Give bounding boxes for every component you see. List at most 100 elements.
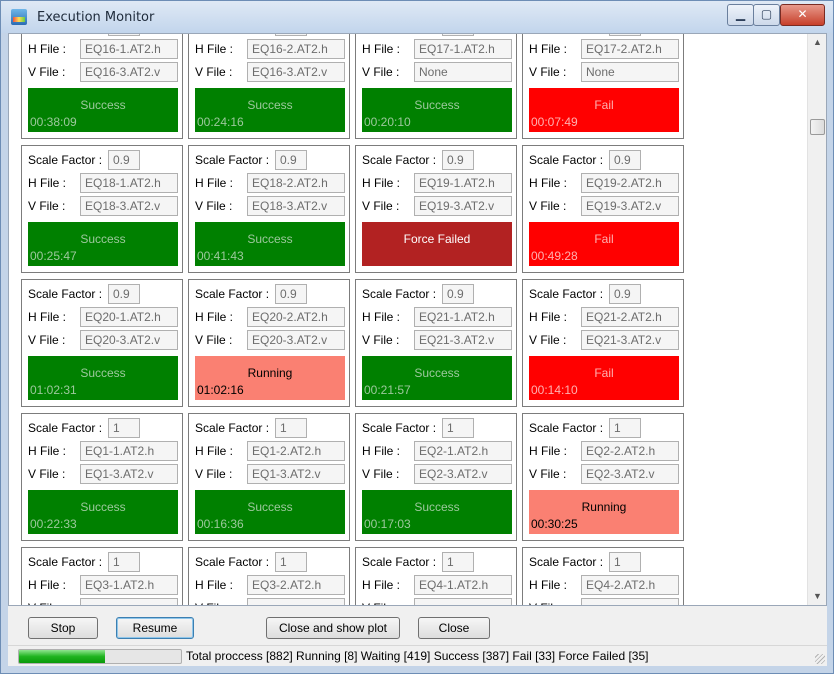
maximize-button[interactable]: ▢ xyxy=(753,4,780,26)
v-file-field[interactable]: None xyxy=(581,62,679,82)
v-file-field[interactable]: EQ21-3.AT2.v xyxy=(581,330,679,350)
scale-factor-field[interactable]: 0.9 xyxy=(442,150,474,170)
client-area: Scale Factor : H File : EQ16-1.AT2.h V File… xyxy=(8,33,827,666)
execution-panel: Scale Factor : 0.9 H File : EQ21-1.AT2.h V F… xyxy=(355,279,517,407)
v-file-row: V File : EQ20-3.AT2.v xyxy=(195,330,345,350)
scale-factor-label: Scale Factor : xyxy=(362,287,437,301)
execution-panel: Scale Factor : 1 H File : EQ1-1.AT2.h V File… xyxy=(21,413,183,541)
scale-factor-row: Scale Factor : xyxy=(195,34,345,36)
h-file-field[interactable]: EQ1-1.AT2.h xyxy=(80,441,178,461)
scale-factor-field[interactable]: 0.9 xyxy=(275,150,307,170)
v-file-field[interactable]: EQ18-3.AT2.v xyxy=(247,196,345,216)
scroll-thumb[interactable] xyxy=(810,119,825,135)
v-file-row: V File : xyxy=(529,598,679,605)
h-file-field[interactable]: EQ4-2.AT2.h xyxy=(581,575,679,595)
h-file-row: H File : EQ2-1.AT2.h xyxy=(362,441,512,461)
v-file-field[interactable]: EQ2-3.AT2.v xyxy=(414,464,512,484)
h-file-row: H File : EQ4-1.AT2.h xyxy=(362,575,512,595)
v-file-row: V File : xyxy=(195,598,345,605)
scale-factor-field[interactable] xyxy=(442,34,474,36)
h-file-field[interactable]: EQ19-2.AT2.h xyxy=(581,173,679,193)
v-file-field[interactable] xyxy=(80,598,178,605)
status-block: Success 00:24:16 xyxy=(195,88,345,132)
resize-grip-icon[interactable] xyxy=(815,654,825,664)
minimize-button[interactable]: ▁ xyxy=(727,4,754,26)
v-file-label: V File : xyxy=(28,199,66,213)
scroll-down-arrow-icon[interactable]: ▼ xyxy=(808,588,826,605)
resume-button[interactable]: Resume xyxy=(116,617,194,639)
scale-factor-field[interactable]: 0.9 xyxy=(609,284,641,304)
scale-factor-label: Scale Factor : xyxy=(529,153,604,167)
elapsed-time: 00:41:43 xyxy=(197,249,244,263)
scale-factor-field[interactable]: 0.9 xyxy=(442,284,474,304)
h-file-field[interactable]: EQ4-1.AT2.h xyxy=(414,575,512,595)
scale-factor-field[interactable]: 1 xyxy=(442,418,474,438)
v-file-field[interactable]: EQ21-3.AT2.v xyxy=(414,330,512,350)
v-file-field[interactable]: EQ18-3.AT2.v xyxy=(80,196,178,216)
v-file-field[interactable]: EQ1-3.AT2.v xyxy=(80,464,178,484)
v-file-field[interactable]: EQ20-3.AT2.v xyxy=(80,330,178,350)
v-file-label: V File : xyxy=(195,601,232,605)
v-file-field[interactable] xyxy=(581,598,679,605)
v-file-field[interactable] xyxy=(414,598,512,605)
h-file-field[interactable]: EQ20-2.AT2.h xyxy=(247,307,345,327)
v-file-field[interactable]: EQ19-3.AT2.v xyxy=(581,196,679,216)
h-file-field[interactable]: EQ2-1.AT2.h xyxy=(414,441,512,461)
scale-factor-field[interactable]: 1 xyxy=(442,552,474,572)
h-file-field[interactable]: EQ21-1.AT2.h xyxy=(414,307,512,327)
h-file-field[interactable]: EQ17-1.AT2.h xyxy=(414,39,512,59)
scale-factor-field[interactable]: 1 xyxy=(609,552,641,572)
title-bar[interactable]: Execution Monitor ▁ ▢ ✕ xyxy=(1,1,833,33)
vertical-scrollbar[interactable]: ▲ ▼ xyxy=(807,34,826,605)
v-file-field[interactable] xyxy=(247,598,345,605)
v-file-label: V File : xyxy=(195,467,233,481)
v-file-field[interactable]: EQ16-3.AT2.v xyxy=(80,62,178,82)
execution-panel: Scale Factor : H File : EQ16-2.AT2.h V File… xyxy=(188,34,350,139)
close-window-button[interactable]: ✕ xyxy=(780,4,825,26)
scale-factor-field[interactable]: 0.9 xyxy=(609,150,641,170)
scale-factor-field[interactable]: 1 xyxy=(275,552,307,572)
h-file-field[interactable]: EQ18-2.AT2.h xyxy=(247,173,345,193)
h-file-field[interactable]: EQ18-1.AT2.h xyxy=(80,173,178,193)
v-file-field[interactable]: EQ1-3.AT2.v xyxy=(247,464,345,484)
elapsed-time: 00:49:28 xyxy=(531,249,578,263)
close-and-show-plot-button[interactable]: Close and show plot xyxy=(266,617,400,639)
v-file-field[interactable]: EQ2-3.AT2.v xyxy=(581,464,679,484)
v-file-label: V File : xyxy=(195,65,233,79)
scale-factor-field[interactable]: 1 xyxy=(275,418,307,438)
scale-factor-field[interactable] xyxy=(108,34,140,36)
v-file-field[interactable]: EQ20-3.AT2.v xyxy=(247,330,345,350)
execution-panel: Scale Factor : 0.9 H File : EQ20-2.AT2.h V F… xyxy=(188,279,350,407)
status-block: Success 00:38:09 xyxy=(28,88,178,132)
h-file-label: H File : xyxy=(362,578,401,592)
scale-factor-field[interactable]: 1 xyxy=(609,418,641,438)
scale-factor-field[interactable] xyxy=(275,34,307,36)
close-button[interactable]: Close xyxy=(418,617,490,639)
scale-factor-field[interactable]: 0.9 xyxy=(275,284,307,304)
scale-factor-field[interactable] xyxy=(609,34,641,36)
stop-button[interactable]: Stop xyxy=(28,617,98,639)
h-file-field[interactable]: EQ17-2.AT2.h xyxy=(581,39,679,59)
scale-factor-field[interactable]: 0.9 xyxy=(108,150,140,170)
h-file-field[interactable]: EQ3-1.AT2.h xyxy=(80,575,178,595)
elapsed-time: 00:20:10 xyxy=(364,115,411,129)
scale-factor-row: Scale Factor : 0.9 xyxy=(362,150,512,170)
h-file-field[interactable]: EQ3-2.AT2.h xyxy=(247,575,345,595)
scale-factor-field[interactable]: 0.9 xyxy=(108,284,140,304)
h-file-field[interactable]: EQ21-2.AT2.h xyxy=(581,307,679,327)
v-file-field[interactable]: None xyxy=(414,62,512,82)
scale-factor-row: Scale Factor : 1 xyxy=(362,418,512,438)
h-file-field[interactable]: EQ16-2.AT2.h xyxy=(247,39,345,59)
execution-monitor-window: Execution Monitor ▁ ▢ ✕ Scale Factor : H … xyxy=(0,0,834,674)
v-file-field[interactable]: EQ19-3.AT2.v xyxy=(414,196,512,216)
h-file-field[interactable]: EQ19-1.AT2.h xyxy=(414,173,512,193)
h-file-field[interactable]: EQ16-1.AT2.h xyxy=(80,39,178,59)
scale-factor-field[interactable]: 1 xyxy=(108,418,140,438)
h-file-field[interactable]: EQ1-2.AT2.h xyxy=(247,441,345,461)
scroll-up-arrow-icon[interactable]: ▲ xyxy=(808,34,826,51)
h-file-field[interactable]: EQ2-2.AT2.h xyxy=(581,441,679,461)
h-file-field[interactable]: EQ20-1.AT2.h xyxy=(80,307,178,327)
v-file-field[interactable]: EQ16-3.AT2.v xyxy=(247,62,345,82)
scale-factor-field[interactable]: 1 xyxy=(108,552,140,572)
execution-scroll-area[interactable]: Scale Factor : H File : EQ16-1.AT2.h V File… xyxy=(8,33,827,606)
